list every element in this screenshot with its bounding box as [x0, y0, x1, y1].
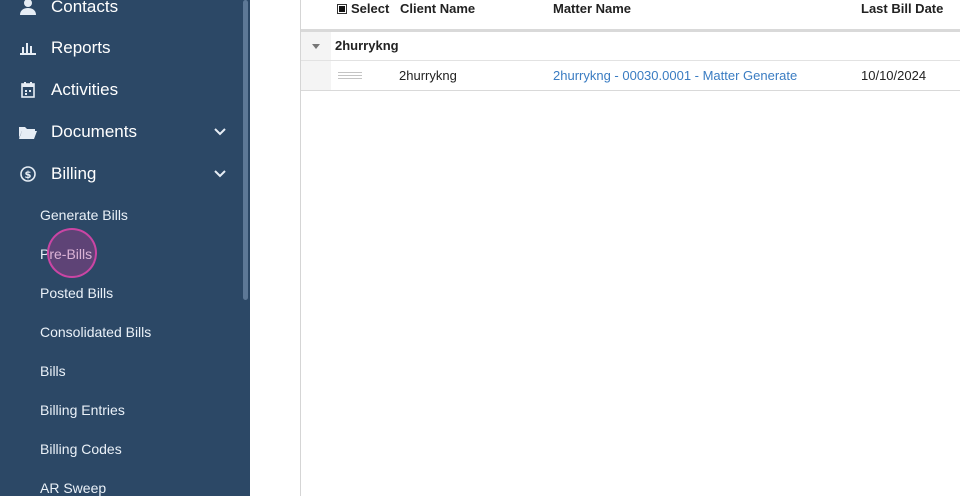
column-header-last-bill-date[interactable]: Last Bill Date [861, 1, 943, 17]
drag-handle-icon[interactable] [338, 72, 362, 80]
cell-client-name: 2hurrykng [399, 68, 457, 83]
column-header-select: Select [351, 1, 390, 16]
select-all-checkbox[interactable] [337, 4, 347, 14]
activities-icon [19, 81, 37, 99]
row-indent [301, 61, 331, 90]
sidebar-scrollbar[interactable] [243, 0, 248, 300]
sidebar-subitem-ar-sweep[interactable]: AR Sweep [40, 475, 106, 496]
group-label: 2hurrykng [335, 38, 399, 53]
select-all-column[interactable]: Select [337, 1, 389, 17]
table-row[interactable]: 2hurrykng 2hurrykng - 00030.0001 - Matte… [301, 61, 960, 91]
sidebar-item-documents[interactable]: Documents [0, 114, 240, 150]
grid-header: Select Client Name Matter Name Last Bill… [301, 0, 960, 32]
group-row: 2hurrykng [301, 32, 960, 61]
sidebar-item-label: Activities [51, 80, 119, 99]
sidebar-subitem-billing-entries[interactable]: Billing Entries [40, 397, 125, 423]
chevron-down-icon[interactable] [214, 168, 226, 180]
group-collapse-toggle[interactable] [301, 32, 331, 60]
reports-icon [19, 39, 37, 57]
click-indicator [47, 228, 97, 278]
folder-icon [19, 123, 37, 141]
sidebar-subitem-bills[interactable]: Bills [40, 358, 66, 384]
sidebar-item-contacts[interactable]: Contacts [0, 0, 240, 25]
sidebar-subitem-posted-bills[interactable]: Posted Bills [40, 280, 113, 306]
sidebar-item-label: Contacts [51, 0, 119, 16]
sidebar-item-label: Documents [51, 122, 137, 141]
cell-matter-name-link[interactable]: 2hurrykng - 00030.0001 - Matter Generate [553, 68, 797, 83]
sidebar-subitem-generate-bills[interactable]: Generate Bills [40, 202, 128, 228]
column-header-matter-name[interactable]: Matter Name [553, 1, 631, 17]
sidebar-item-label: Billing [51, 164, 97, 183]
contacts-icon [19, 0, 37, 16]
svg-text:$: $ [25, 170, 32, 181]
cell-last-bill-date: 10/10/2024 [861, 68, 927, 83]
billing-icon: $ [19, 165, 37, 183]
sidebar-subitem-billing-codes[interactable]: Billing Codes [40, 436, 122, 462]
sidebar-item-billing[interactable]: $ Billing [0, 156, 240, 192]
chevron-down-icon[interactable] [214, 126, 226, 138]
sidebar: Contacts Reports Activities Documents $ [0, 0, 250, 496]
sidebar-item-activities[interactable]: Activities [0, 72, 240, 108]
column-header-client-name[interactable]: Client Name [400, 1, 475, 17]
caret-down-icon [312, 44, 320, 49]
sidebar-item-label: Reports [51, 38, 111, 57]
sidebar-subitem-consolidated-bills[interactable]: Consolidated Bills [40, 319, 151, 345]
sidebar-item-reports[interactable]: Reports [0, 30, 240, 66]
app-window: Contacts Reports Activities Documents $ [0, 0, 960, 496]
